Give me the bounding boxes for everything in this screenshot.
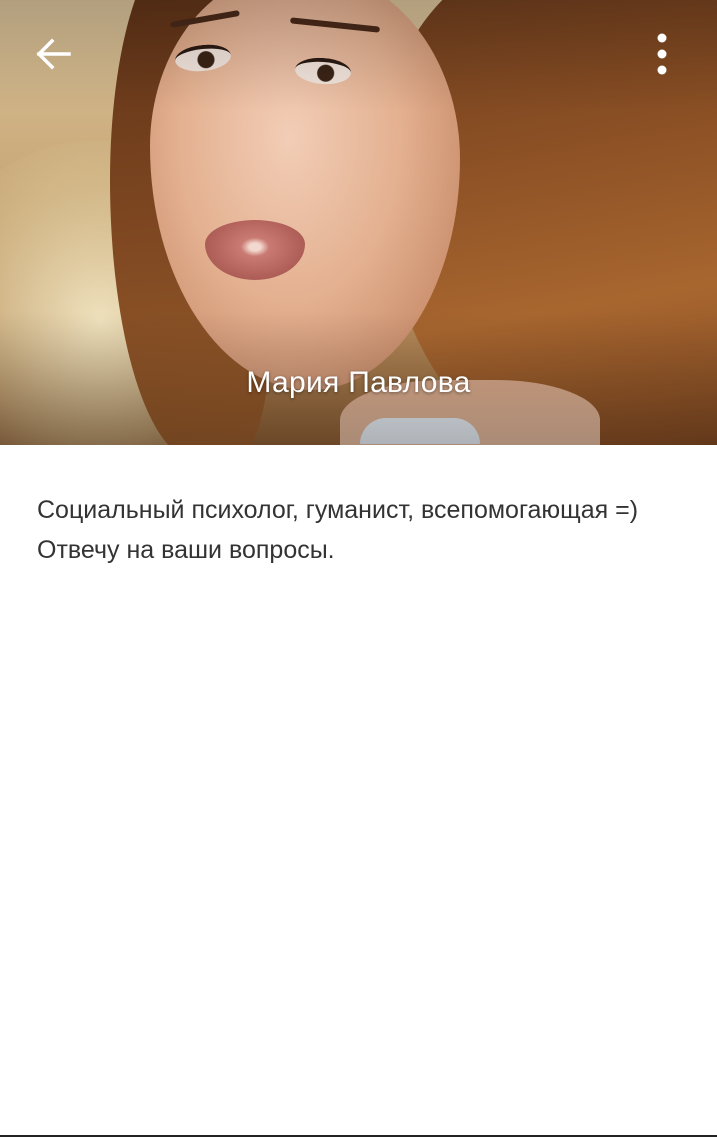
more-vertical-icon — [657, 33, 667, 75]
profile-bio: Социальный психолог, гуманист, всепомога… — [37, 496, 639, 564]
profile-cover-photo: Мария Павлова — [0, 0, 717, 445]
arrow-left-icon — [36, 38, 71, 70]
more-options-button[interactable] — [640, 28, 684, 80]
back-button[interactable] — [28, 30, 78, 78]
profile-screen: Мария Павлова Социальный психолог, гуман… — [0, 0, 717, 1137]
profile-name: Мария Павлова — [246, 366, 471, 399]
